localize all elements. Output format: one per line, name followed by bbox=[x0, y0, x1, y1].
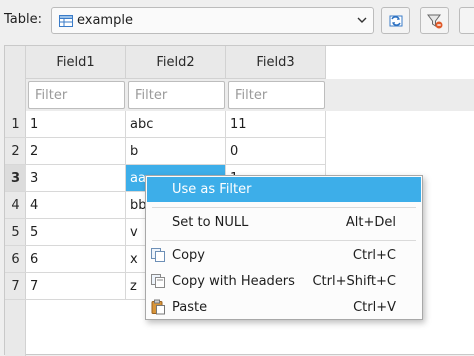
copy-icon bbox=[150, 247, 166, 263]
menu-item-shortcut: Ctrl+V bbox=[353, 300, 396, 315]
table-select-value: example bbox=[77, 13, 133, 28]
menu-item-shortcut: Ctrl+Shift+C bbox=[312, 274, 396, 289]
menu-item-use-as-filter[interactable]: Use as Filter bbox=[147, 177, 421, 202]
table-cell[interactable]: 4 bbox=[26, 192, 126, 219]
row-number[interactable]: 3 bbox=[5, 165, 26, 192]
more-button[interactable] bbox=[459, 7, 474, 34]
table-select[interactable]: example bbox=[51, 7, 374, 34]
menu-item-copy-with-headers[interactable]: Copy with Headers Ctrl+Shift+C bbox=[147, 269, 421, 294]
context-menu: Use as Filter Set to NULL Alt+Del Copy C… bbox=[145, 175, 423, 320]
refresh-button[interactable] bbox=[381, 7, 410, 34]
table-cell[interactable]: 11 bbox=[226, 111, 326, 138]
table-icon bbox=[58, 13, 74, 29]
menu-separator bbox=[152, 207, 416, 208]
toolbar: Table: example bbox=[0, 0, 474, 42]
row-number[interactable]: 4 bbox=[5, 192, 26, 219]
table-label: Table: bbox=[4, 12, 42, 27]
row-number[interactable]: 2 bbox=[5, 138, 26, 165]
row-number[interactable]: 1 bbox=[5, 111, 26, 138]
table-cell[interactable]: b bbox=[126, 138, 226, 165]
clear-filters-button[interactable] bbox=[420, 7, 449, 34]
table-cell[interactable]: 3 bbox=[26, 165, 126, 192]
filter-input-field2[interactable] bbox=[128, 81, 225, 109]
menu-item-label: Copy bbox=[172, 248, 205, 263]
column-header-field1[interactable]: Field1 bbox=[26, 46, 126, 79]
menu-item-set-to-null[interactable]: Set to NULL Alt+Del bbox=[147, 210, 421, 235]
row-number[interactable]: 6 bbox=[5, 246, 26, 273]
filter-input-field3[interactable] bbox=[228, 81, 325, 109]
menu-item-label: Use as Filter bbox=[172, 182, 252, 197]
row-number[interactable]: 7 bbox=[5, 273, 26, 300]
table-cell[interactable]: 7 bbox=[26, 273, 126, 300]
menu-item-label: Paste bbox=[172, 300, 208, 315]
paste-icon bbox=[150, 299, 166, 315]
menu-item-shortcut: Ctrl+C bbox=[352, 248, 396, 263]
table-cell[interactable]: 5 bbox=[26, 219, 126, 246]
menu-item-label: Set to NULL bbox=[172, 215, 249, 230]
copy-with-headers-icon bbox=[150, 273, 166, 289]
row-number[interactable]: 5 bbox=[5, 219, 26, 246]
table-cell[interactable]: 1 bbox=[26, 111, 126, 138]
column-header-field3[interactable]: Field3 bbox=[226, 46, 326, 79]
menu-item-copy[interactable]: Copy Ctrl+C bbox=[147, 243, 421, 268]
table-cell[interactable]: abc bbox=[126, 111, 226, 138]
table-cell[interactable]: 6 bbox=[26, 246, 126, 273]
menu-separator bbox=[152, 240, 416, 241]
table-cell[interactable]: 2 bbox=[26, 138, 126, 165]
filter-input-field1[interactable] bbox=[28, 81, 125, 109]
menu-item-label: Copy with Headers bbox=[172, 274, 295, 289]
menu-item-paste[interactable]: Paste Ctrl+V bbox=[147, 295, 421, 320]
table-cell[interactable]: 0 bbox=[226, 138, 326, 165]
menu-item-shortcut: Alt+Del bbox=[345, 215, 396, 230]
column-header-field2[interactable]: Field2 bbox=[126, 46, 226, 79]
chevron-down-icon bbox=[357, 14, 367, 26]
